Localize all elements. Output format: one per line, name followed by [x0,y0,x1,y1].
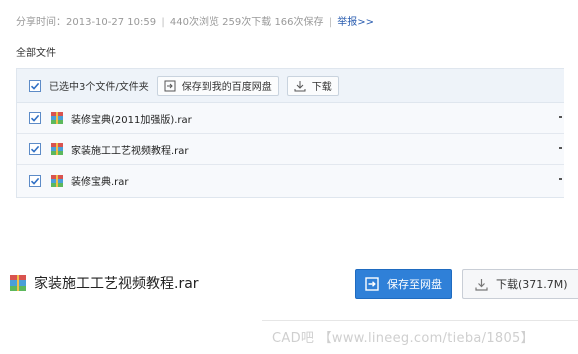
rar-archive-icon [51,143,63,155]
checkmark-icon [30,177,40,185]
detail-file-name: 家装施工工艺视频教程.rar [34,276,199,292]
download-icon [475,278,488,291]
row-marker [559,116,562,118]
selection-toolbar: 已选中3个文件/文件夹 保存到我的百度网盘 下载 [17,69,564,103]
view-count: 440次浏览 [169,17,219,28]
all-files-label: 全部文件 [16,48,56,59]
download-count: 259次下载 [222,17,272,28]
save-to-pan-icon [164,80,176,92]
download-button[interactable]: 下载 [286,75,339,96]
save-to-pan-primary-button[interactable]: 保存至网盘 [355,269,452,299]
file-row[interactable]: 家装施工工艺视频教程.rar [17,134,564,165]
file-name[interactable]: 装修宝典(2011加强版).rar [71,111,192,126]
rar-archive-icon [51,112,63,124]
rar-archive-icon [10,275,26,291]
file-list-panel: 已选中3个文件/文件夹 保存到我的百度网盘 下载 装修宝典(2011加强版).r… [16,68,564,198]
selection-count-text: 已选中3个文件/文件夹 [49,82,149,93]
save-count: 166次保存 [274,17,324,28]
save-to-pan-button[interactable]: 保存到我的百度网盘 [156,75,279,96]
share-meta: 分享时间：2013-10-27 10:59 | 440次浏览 259次下载 16… [16,13,374,28]
file-name[interactable]: 家装施工工艺视频教程.rar [71,142,189,157]
checkmark-icon [30,145,40,153]
rar-archive-icon [51,174,63,187]
file-checkbox[interactable] [29,174,41,187]
download-size-button[interactable]: 下载(371.7M) [462,269,578,299]
watermark-text: CAD吧 【www.lineeg.com/tieba/1805】 [272,331,534,346]
file-checkbox[interactable] [29,112,41,124]
report-link[interactable]: 举报>> [337,17,374,28]
download-icon [294,80,306,92]
save-to-pan-label: 保存到我的百度网盘 [181,82,272,93]
file-checkbox[interactable] [29,143,41,155]
download-label: 下载 [311,82,332,93]
row-marker [559,147,562,149]
file-row[interactable]: 装修宝典.rar [17,165,564,196]
row-marker [559,178,562,180]
checkmark-icon [30,114,40,122]
file-name[interactable]: 装修宝典.rar [71,173,129,188]
select-all-checkbox[interactable] [29,79,41,92]
checkmark-icon [30,82,40,90]
file-row[interactable]: 装修宝典(2011加强版).rar [17,103,564,134]
save-to-pan-icon [365,277,379,291]
save-to-pan-primary-label: 保存至网盘 [387,278,442,291]
divider [262,320,578,321]
download-size-label: 下载(371.7M) [496,278,568,291]
separator: | [328,17,333,28]
separator: | [161,17,165,28]
share-time: 分享时间：2013-10-27 10:59 [16,17,157,28]
